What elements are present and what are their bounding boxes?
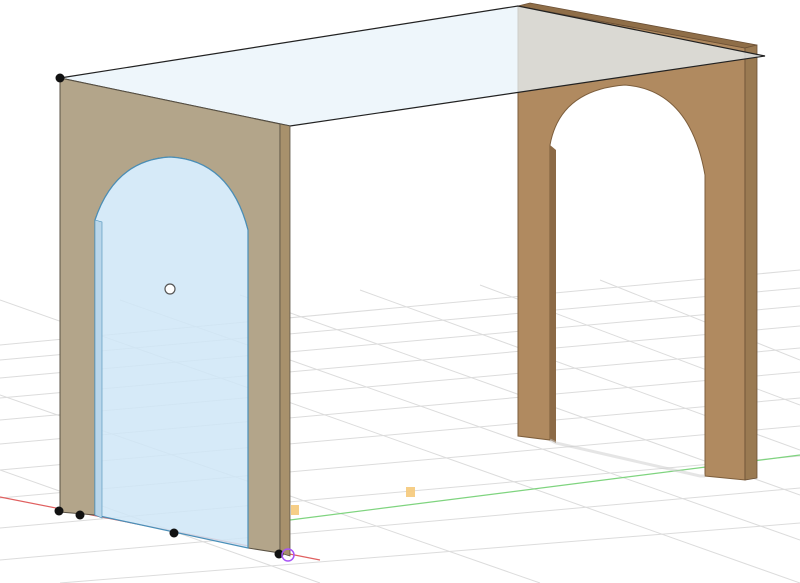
vertex-handle[interactable] (54, 506, 64, 516)
manipulator-handle[interactable] (291, 505, 299, 515)
3d-viewport[interactable] (0, 0, 800, 583)
vertex-handle[interactable] (169, 528, 179, 538)
arch-inner-edge (94, 219, 103, 519)
arch-opening-selection[interactable] (94, 156, 249, 549)
vertex-handle[interactable] (75, 510, 85, 520)
manipulator-handle[interactable] (406, 487, 415, 497)
centroid-marker[interactable] (164, 283, 176, 295)
vertex-handle[interactable] (55, 73, 65, 83)
